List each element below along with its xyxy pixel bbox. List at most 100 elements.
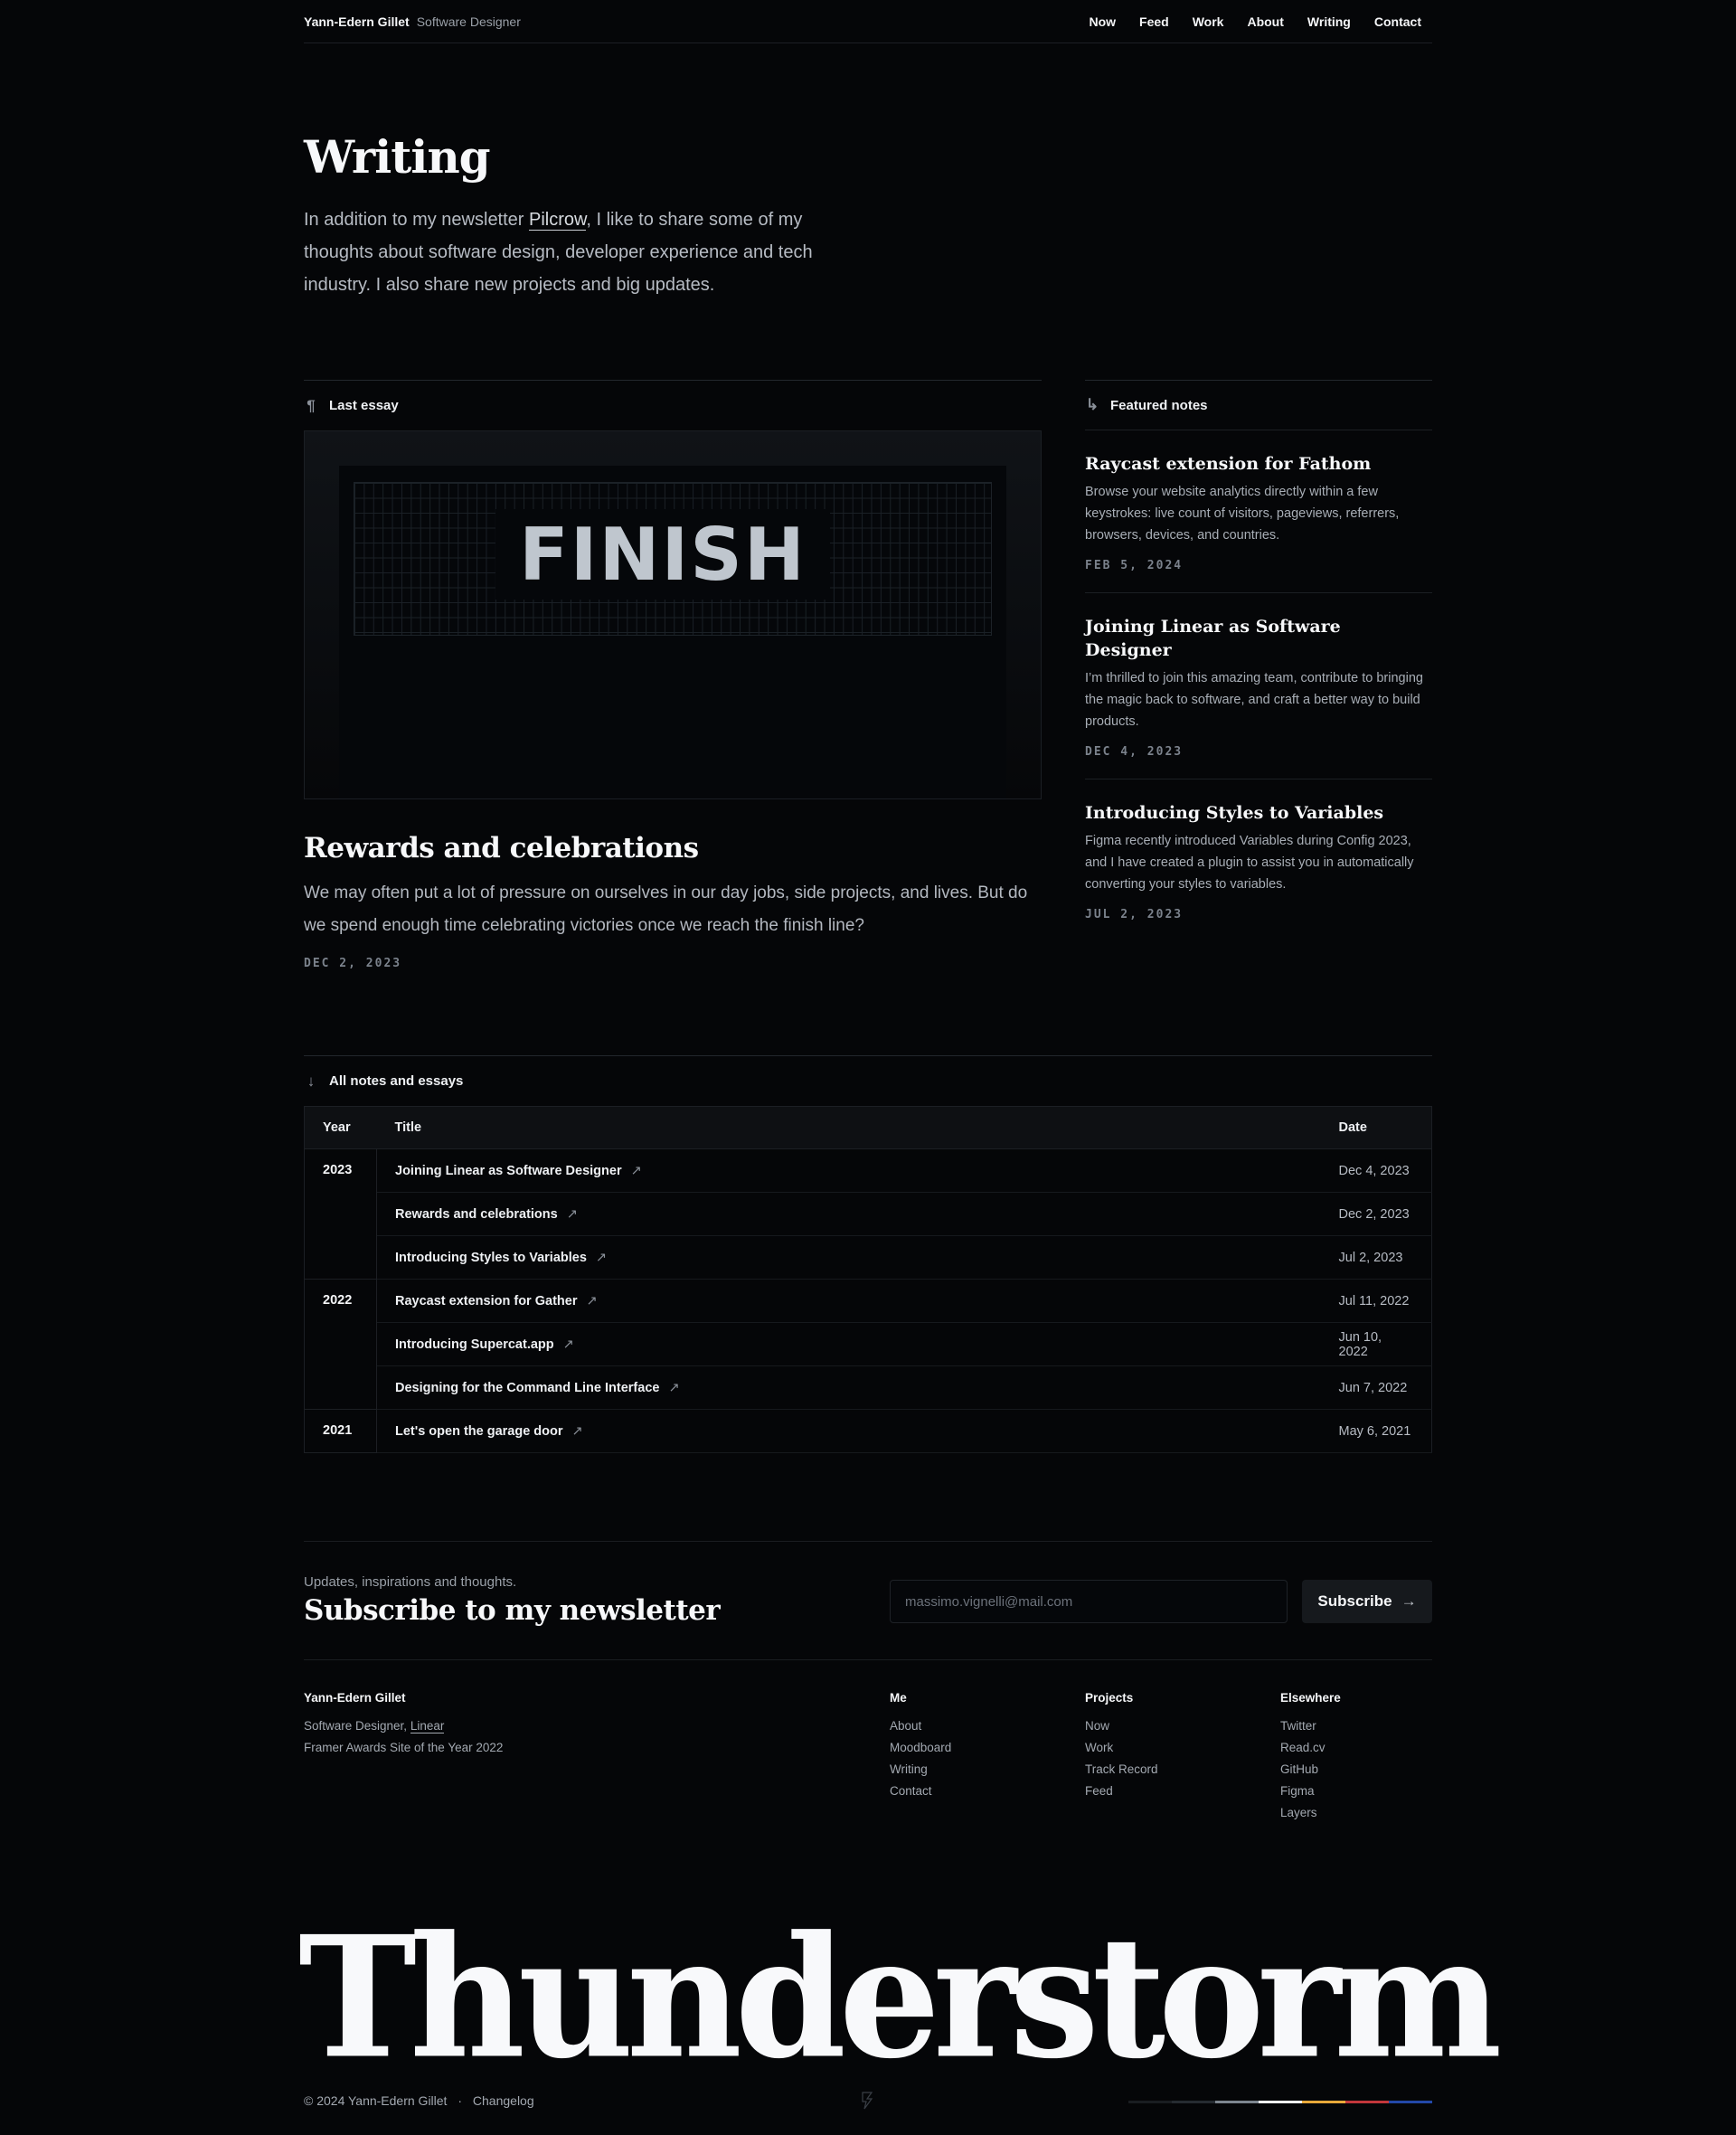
note-link[interactable]: Raycast extension for Gather [395,1294,577,1308]
footer-link-moodboard[interactable]: Moodboard [890,1737,951,1759]
changelog-link[interactable]: Changelog [473,2093,534,2108]
footer-line-1-text: Software Designer, [304,1719,410,1733]
title-cell[interactable]: Introducing Styles to Variables ↗ [376,1235,1321,1280]
date-cell: Jul 2, 2023 [1320,1235,1432,1280]
essay-title[interactable]: Rewards and celebrations [304,830,1042,866]
nav-feed[interactable]: Feed [1139,14,1169,29]
footer-link-now[interactable]: Now [1085,1715,1158,1737]
featured-note[interactable]: Introducing Styles to Variables Figma re… [1085,779,1432,941]
footer-link-track-record[interactable]: Track Record [1085,1759,1158,1781]
footer-link-readcv[interactable]: Read.cv [1280,1737,1341,1759]
footer-copyright-row: © 2024 Yann-Edern Gillet · Changelog [304,2093,534,2108]
note-description: Figma recently introduced Variables duri… [1085,834,1414,892]
footer-link-contact[interactable]: Contact [890,1781,951,1802]
cover-frame: FINISH [339,466,1006,798]
column-header-date: Date [1320,1106,1432,1149]
table-row[interactable]: 2023 Joining Linear as Software Designer ↗… [304,1148,1432,1280]
date-cell: Dec 4, 2023 [1320,1148,1432,1193]
date-cell: Dec 2, 2023 [1320,1192,1432,1236]
arrow-down-icon: ↓ [307,1072,316,1090]
notes-table: Year Title Date 2023 Joining Linear as So… [304,1106,1432,1453]
note-date: FEB 5, 2024 [1085,559,1184,572]
footer-link-twitter[interactable]: Twitter [1280,1715,1341,1737]
table-row[interactable]: Rewards and celebrations ↗ Dec 2, 2023 [305,1192,1432,1236]
footer-link-figma[interactable]: Figma [1280,1781,1341,1802]
footer-bottom-bar: © 2024 Yann-Edern Gillet · Changelog [304,2092,1432,2114]
note-link[interactable]: Introducing Styles to Variables [395,1251,587,1265]
column-header-year: Year [304,1106,377,1149]
featured-note[interactable]: Joining Linear as Software Designer I’m … [1085,593,1432,779]
table-row[interactable]: Introducing Styles to Variables ↗ Jul 2, 2… [305,1235,1432,1280]
all-notes-section: ↓ All notes and essays Year Title Date 2… [304,1055,1432,1453]
brand-name[interactable]: Yann-Edern Gillet [304,14,410,29]
footer-about: Yann-Edern Gillet Software Designer, Lin… [304,1691,503,1759]
lightning-bolt-icon [861,2092,873,2114]
title-cell[interactable]: Rewards and celebrations ↗ [376,1192,1321,1236]
title-cell[interactable]: Introducing Supercat.app ↗ [376,1322,1321,1366]
table-row[interactable]: Designing for the Command Line Interface… [305,1365,1432,1410]
palette-swatch [1389,2101,1432,2103]
subscribe-button[interactable]: Subscribe → [1302,1580,1432,1623]
footer-column-projects: Projects Now Work Track Record Feed [1085,1691,1158,1802]
external-link-icon: ↗ [630,1163,642,1178]
newsletter-subtitle: Updates, inspirations and thoughts. [304,1574,517,1590]
footer-line-1: Software Designer, Linear [304,1715,503,1737]
note-link[interactable]: Let's open the garage door [395,1424,563,1439]
intro-text: In addition to my newsletter Pilcrow, I … [304,203,846,301]
note-title[interactable]: Joining Linear as Software Designer [1085,615,1432,662]
arrow-right-icon: → [1401,1592,1417,1610]
footer-link-layers[interactable]: Layers [1280,1802,1341,1824]
footer-link-work[interactable]: Work [1085,1737,1158,1759]
note-title[interactable]: Introducing Styles to Variables [1085,801,1432,825]
cover-text: FINISH [519,512,807,597]
newsletter-title: Subscribe to my newsletter [304,1594,721,1627]
all-notes-header: ↓ All notes and essays [304,1055,1432,1106]
palette-swatch [1259,2101,1302,2103]
nav-work[interactable]: Work [1193,14,1224,29]
footer-link-about[interactable]: About [890,1715,951,1737]
intro-text-start: In addition to my newsletter [304,210,530,230]
pilcrow-link[interactable]: Pilcrow [529,210,587,231]
linear-link[interactable]: Linear [410,1719,445,1734]
note-link[interactable]: Rewards and celebrations [395,1207,558,1222]
title-cell[interactable]: Designing for the Command Line Interface… [376,1365,1321,1410]
brand[interactable]: Yann-Edern Gillet Software Designer [304,14,521,29]
nav-writing[interactable]: Writing [1307,14,1351,29]
title-cell[interactable]: Let's open the garage door ↗ [376,1409,1321,1453]
date-cell: Jul 11, 2022 [1320,1279,1432,1323]
palette-swatch [1128,2101,1172,2103]
nav-now[interactable]: Now [1089,14,1116,29]
nav-contact[interactable]: Contact [1374,14,1421,29]
subscribe-label: Subscribe [1317,1592,1392,1610]
palette-swatch [1302,2101,1345,2103]
last-essay-label: Last essay [329,398,399,413]
title-cell[interactable]: Raycast extension for Gather ↗ [376,1279,1321,1323]
table-row[interactable]: Introducing Supercat.app ↗ Jun 10, 2022 [305,1322,1432,1366]
essay-cover-image[interactable]: FINISH [304,430,1042,799]
newsletter-section: Updates, inspirations and thoughts. Subs… [304,1541,1432,1660]
footer-name: Yann-Edern Gillet [304,1691,406,1705]
brand-role: Software Designer [416,14,521,29]
footer-link-feed[interactable]: Feed [1085,1781,1158,1802]
email-input[interactable] [890,1580,1288,1623]
note-title[interactable]: Raycast extension for Fathom [1085,452,1432,476]
external-link-icon: ↗ [668,1380,680,1395]
featured-note[interactable]: Raycast extension for Fathom Browse your… [1085,430,1432,593]
note-link[interactable]: Introducing Supercat.app [395,1337,554,1352]
last-essay-section: ¶ Last essay FINISH Rewards and celebrat… [304,380,1042,970]
footer-link-github[interactable]: GitHub [1280,1759,1341,1781]
footer-link-writing[interactable]: Writing [890,1759,951,1781]
note-link[interactable]: Joining Linear as Software Designer [395,1164,622,1178]
date-cell: Jun 10, 2022 [1320,1322,1432,1366]
year-cell: 2021 [304,1409,377,1453]
note-link[interactable]: Designing for the Command Line Interface [395,1381,659,1395]
year-cell: 2023 [304,1148,377,1280]
color-palette [1128,2101,1432,2103]
nav-about[interactable]: About [1247,14,1283,29]
note-date: JUL 2, 2023 [1085,908,1184,921]
date-cell: May 6, 2021 [1320,1409,1432,1453]
table-row[interactable]: 2021 Let's open the garage door ↗ May 6, 20… [304,1409,1432,1453]
table-row[interactable]: 2022 Raycast extension for Gather ↗ Jul 11,… [304,1279,1432,1410]
page-title: Writing [304,130,491,184]
title-cell[interactable]: Joining Linear as Software Designer ↗ [376,1148,1321,1193]
